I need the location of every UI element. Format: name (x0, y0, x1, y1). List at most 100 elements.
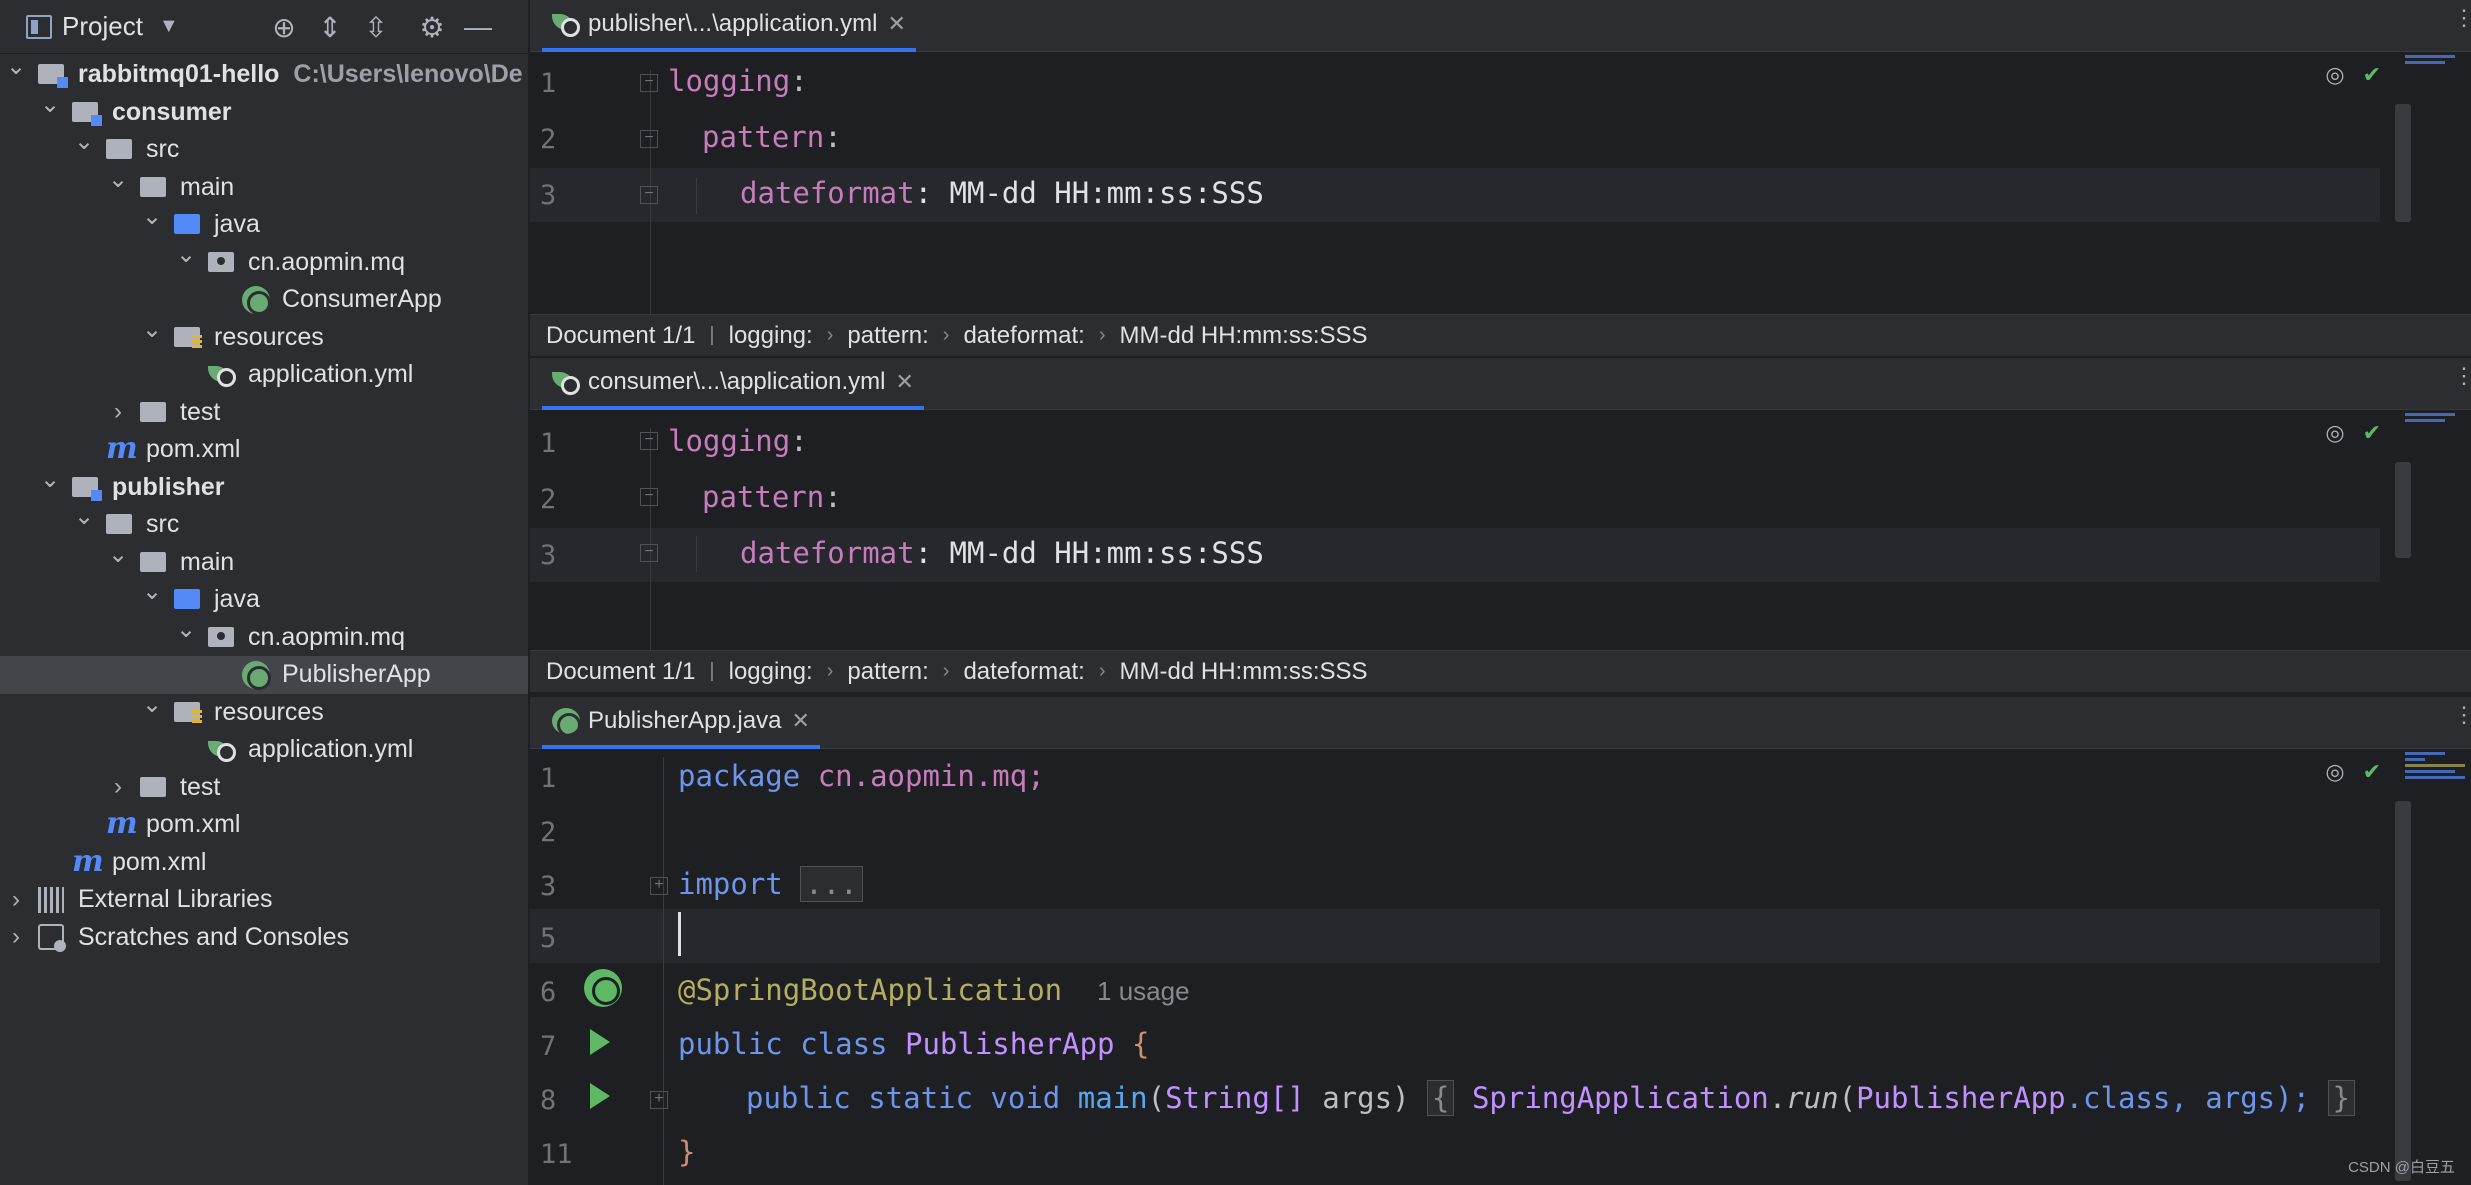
reader-mode-icon[interactable]: ◎ (2325, 420, 2344, 446)
chevron-down-icon[interactable]: ⌄ (176, 240, 196, 269)
tree-item[interactable]: m pom.xml (0, 844, 528, 882)
chevron-down-icon[interactable]: ⌄ (176, 615, 196, 644)
scrollbar[interactable] (2395, 462, 2411, 558)
breadcrumb-item[interactable]: Document 1/1 (546, 322, 695, 350)
locate-icon[interactable]: ⊕ (268, 12, 300, 43)
chevron-down-icon[interactable]: ⌄ (142, 577, 162, 606)
minimap[interactable] (2401, 52, 2471, 67)
tab-consumer-application-yml[interactable]: consumer\...\application.yml ✕ (542, 358, 924, 410)
chevron-down-icon[interactable]: ⌄ (74, 127, 94, 156)
tree-item[interactable]: › test (0, 769, 528, 807)
close-icon[interactable]: ✕ (895, 369, 913, 395)
code-line-main[interactable]: public static void main(String[] args) {… (746, 1080, 2355, 1116)
gear-icon[interactable]: ⚙ (416, 12, 448, 43)
code-line-import[interactable]: import ... (678, 866, 863, 902)
breadcrumb-item[interactable]: Document 1/1 (546, 658, 695, 686)
breadcrumb-item[interactable]: dateformat: (963, 658, 1084, 686)
fold-icon[interactable]: − (640, 186, 658, 204)
close-icon[interactable]: ✕ (791, 708, 809, 734)
breadcrumb-item[interactable]: logging: (729, 322, 813, 350)
project-panel-title[interactable]: Project (62, 11, 143, 42)
tree-item[interactable]: ConsumerApp (0, 281, 528, 319)
reader-mode-icon[interactable]: ◎ (2325, 62, 2344, 88)
fold-icon[interactable]: − (640, 432, 658, 450)
tab-publisher-app-java[interactable]: PublisherApp.java ✕ (542, 697, 820, 749)
run-icon[interactable] (590, 1083, 610, 1109)
chevron-right-icon[interactable]: › (6, 923, 26, 951)
tree-item[interactable]: application.yml (0, 356, 528, 394)
tree-item[interactable]: ⌄ resources (0, 316, 528, 357)
fold-icon[interactable]: − (640, 74, 658, 92)
fold-icon[interactable]: − (640, 488, 658, 506)
tree-item[interactable]: PublisherApp (0, 656, 528, 694)
chevron-down-icon[interactable]: ⌄ (40, 90, 60, 119)
scrollbar[interactable] (2395, 801, 2411, 1181)
expand-all-icon[interactable]: ⇕ (314, 12, 346, 43)
fold-icon[interactable]: − (640, 130, 658, 148)
code-line-package[interactable]: package cn.aopmin.mq; (678, 759, 1045, 793)
more-icon[interactable]: ⋮ (2453, 365, 2471, 387)
hide-icon[interactable]: — (462, 11, 494, 42)
reader-mode-icon[interactable]: ◎ (2325, 759, 2344, 785)
chevron-down-icon[interactable]: ▼ (159, 15, 179, 38)
tree-item[interactable]: ⌄ java (0, 578, 528, 619)
chevron-right-icon[interactable]: › (6, 886, 26, 914)
tree-item[interactable]: ⌄ resources (0, 691, 528, 732)
fold-icon[interactable]: + (650, 877, 668, 895)
tree-item[interactable]: ⌄ src (0, 128, 528, 169)
tree-item[interactable]: › test (0, 394, 528, 432)
run-icon[interactable] (590, 1029, 610, 1055)
tree-item[interactable]: ⌄ rabbitmq01-hello C:\Users\lenovo\De (0, 53, 528, 94)
breadcrumb-item[interactable]: pattern: (847, 322, 928, 350)
chevron-down-icon[interactable]: ⌄ (6, 52, 26, 81)
check-icon[interactable]: ✔ (2363, 62, 2381, 88)
code-line-close[interactable]: } (678, 1135, 695, 1169)
more-icon[interactable]: ⋮ (2453, 704, 2471, 726)
breadcrumb-item[interactable]: pattern: (847, 658, 928, 686)
tree-item[interactable]: ⌄ cn.aopmin.mq (0, 241, 528, 282)
inspection-widget[interactable]: ◎ ✔ (2325, 759, 2381, 785)
scrollbar[interactable] (2395, 104, 2411, 222)
tree-item[interactable]: ⌄ main (0, 166, 528, 207)
tree-item[interactable]: ⌄ publisher (0, 466, 528, 507)
chevron-down-icon[interactable]: ⌄ (142, 690, 162, 719)
code-line-annotation[interactable]: @SpringBootApplication 1 usage (678, 973, 1190, 1007)
tree-item[interactable]: m pom.xml (0, 431, 528, 469)
tree-item[interactable]: › External Libraries (0, 881, 528, 919)
tree-item[interactable]: ⌄ src (0, 503, 528, 544)
fold-icon[interactable]: + (650, 1091, 668, 1109)
minimap[interactable] (2401, 410, 2471, 425)
inspection-widget[interactable]: ◎ ✔ (2325, 420, 2381, 446)
breadcrumb-item[interactable]: MM-dd HH:mm:ss:SSS (1120, 658, 1368, 686)
inspection-widget[interactable]: ◎ ✔ (2325, 62, 2381, 88)
tree-item[interactable]: ⌄ consumer (0, 91, 528, 132)
tree-item[interactable]: m pom.xml (0, 806, 528, 844)
tree-item[interactable]: ⌄ main (0, 541, 528, 582)
tree-item[interactable]: ⌄ java (0, 203, 528, 244)
code-line[interactable]: logging: (668, 424, 808, 458)
chevron-down-icon[interactable]: ⌄ (142, 315, 162, 344)
usage-hint[interactable]: 1 usage (1097, 976, 1190, 1006)
tree-item[interactable]: › Scratches and Consoles (0, 919, 528, 957)
tab-publisher-application-yml[interactable]: publisher\...\application.yml ✕ (542, 0, 916, 52)
spring-bean-icon[interactable] (584, 969, 622, 1007)
code-line[interactable]: logging: (668, 64, 808, 98)
code-line[interactable]: dateformat: MM-dd HH:mm:ss:SSS (740, 536, 1264, 570)
chevron-down-icon[interactable]: ⌄ (74, 502, 94, 531)
code-line-class[interactable]: public class PublisherApp { (678, 1027, 1149, 1061)
project-view-icon[interactable] (26, 14, 52, 39)
collapse-all-icon[interactable]: ⇳ (360, 12, 392, 43)
check-icon[interactable]: ✔ (2363, 759, 2381, 785)
chevron-down-icon[interactable]: ⌄ (108, 165, 128, 194)
folded-imports[interactable]: ... (800, 866, 863, 902)
code-line[interactable]: pattern: (702, 480, 842, 514)
breadcrumb-item[interactable]: MM-dd HH:mm:ss:SSS (1120, 322, 1368, 350)
check-icon[interactable]: ✔ (2363, 420, 2381, 446)
chevron-right-icon[interactable]: › (108, 773, 128, 801)
breadcrumb-item[interactable]: logging: (729, 658, 813, 686)
chevron-down-icon[interactable]: ⌄ (40, 465, 60, 494)
tree-item[interactable]: application.yml (0, 731, 528, 769)
fold-icon[interactable]: − (640, 544, 658, 562)
code-line[interactable]: pattern: (702, 120, 842, 154)
close-icon[interactable]: ✕ (887, 11, 905, 37)
